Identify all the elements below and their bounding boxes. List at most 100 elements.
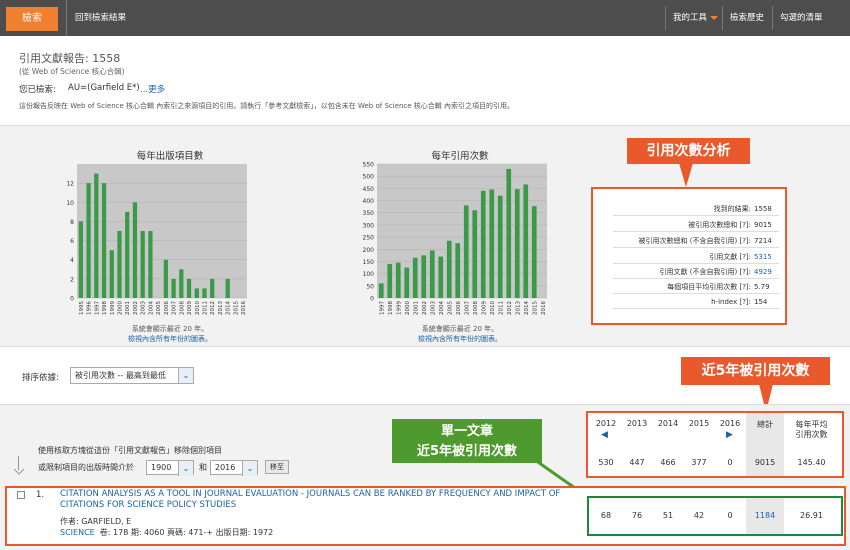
record-details: 卷: 178 期: 4060 頁碼: 471-+ 出版日期: 1972 bbox=[99, 528, 274, 537]
x-tick-label: 2001 bbox=[413, 301, 419, 315]
cites-chart-all-years-link[interactable]: 檢視內含所有年份的圖表。 bbox=[360, 334, 560, 344]
x-tick-label: 1997 bbox=[379, 301, 385, 315]
bar bbox=[395, 262, 401, 298]
record-title-link[interactable]: CITATION ANALYSIS AS A TOOL IN JOURNAL E… bbox=[60, 489, 565, 511]
y-tick-label: 0 bbox=[70, 296, 74, 303]
y-tick-label: 150 bbox=[363, 259, 375, 266]
average-header-line2: 引用次數 bbox=[795, 430, 828, 439]
query-value: AU=(Garfield E*) bbox=[68, 83, 140, 93]
sort-label: 排序依據: bbox=[22, 373, 59, 383]
x-tick-label: 2006 bbox=[164, 301, 170, 315]
record-year-cites: 76 bbox=[631, 511, 643, 520]
back-to-results-link[interactable]: 回到檢索結果 bbox=[66, 0, 126, 36]
my-tools-menu[interactable]: 我的工具 bbox=[665, 6, 725, 30]
bar bbox=[179, 269, 184, 298]
single-article-label: 單一文章 近5年被引用次數 bbox=[392, 419, 542, 463]
x-tick-label: 2004 bbox=[148, 301, 154, 315]
x-tick-label: 2016 bbox=[241, 301, 247, 315]
stat-row-citing-articles[interactable]: 引用文獻 [?]: 5315 bbox=[613, 251, 779, 264]
bar bbox=[171, 278, 176, 298]
five-year-citation-table: 2012 2013 2014 2015 2016 ◀ ▶ 總計 每年平均 引用次… bbox=[586, 411, 844, 478]
bar bbox=[404, 267, 410, 298]
search-tab[interactable]: 檢索 bbox=[6, 7, 58, 31]
y-tick-label: 250 bbox=[363, 235, 375, 242]
x-tick-label: 2002 bbox=[133, 301, 139, 315]
x-tick-label: 1996 bbox=[87, 301, 93, 315]
bar bbox=[506, 168, 512, 298]
x-tick-label: 2008 bbox=[179, 301, 185, 315]
sort-select[interactable]: 被引用次數 -- 最高到最低 ⌄ bbox=[70, 367, 194, 384]
year-total: 466 bbox=[660, 458, 676, 467]
stat-row-times-cited-no-self: 被引用次數總和 (不含自我引用) [?]: 7214 bbox=[613, 235, 779, 248]
total-header: 總計 bbox=[757, 420, 773, 429]
bar bbox=[210, 278, 215, 298]
pubs-chart-all-years-link[interactable]: 檢視內含所有年份的圖表。 bbox=[70, 334, 270, 344]
year-header: 2016 bbox=[719, 419, 741, 428]
x-tick-label: 2009 bbox=[187, 301, 193, 315]
bar bbox=[117, 231, 122, 298]
my-tools-label: 我的工具 bbox=[673, 13, 708, 23]
marked-list-link[interactable]: 勾選的清單 bbox=[772, 6, 830, 30]
year-range-label: 或限制項目的出版時間介於 bbox=[38, 463, 134, 472]
from-year-select[interactable]: 1900 ⌄ bbox=[146, 460, 194, 476]
y-tick-label: 450 bbox=[363, 186, 375, 193]
bar bbox=[163, 259, 168, 298]
stat-row-results: 找到的結果: 1558 bbox=[613, 203, 779, 216]
journal-link[interactable]: SCIENCE bbox=[60, 528, 95, 537]
x-tick-label: 2006 bbox=[456, 301, 462, 315]
next-years-icon[interactable]: ▶ bbox=[726, 430, 733, 440]
y-tick-label: 6 bbox=[70, 238, 74, 245]
bar bbox=[480, 190, 486, 298]
search-history-link[interactable]: 檢索歷史 bbox=[722, 6, 771, 30]
down-arrow-head-icon bbox=[13, 468, 25, 475]
record-citation-counts: 68 76 51 42 0 1184 26.91 bbox=[587, 496, 843, 536]
query-label: 您已檢索: bbox=[19, 85, 56, 95]
x-tick-label: 2010 bbox=[195, 301, 201, 315]
x-tick-label: 1997 bbox=[94, 301, 100, 315]
bar bbox=[438, 256, 444, 298]
grand-total: 9015 bbox=[754, 458, 776, 467]
x-tick-label: 2003 bbox=[430, 301, 436, 315]
x-tick-label: 2013 bbox=[515, 301, 521, 315]
pubs-chart-note: 系統會顯示最近 20 年。 bbox=[131, 325, 209, 333]
bar bbox=[446, 240, 452, 298]
from-year-value: 1900 bbox=[151, 463, 172, 472]
stat-row-citing-articles-no-self[interactable]: 引用文獻 (不含自我引用) [?]: 4929 bbox=[613, 266, 779, 279]
single-article-label-line2: 近5年被引用次數 bbox=[416, 444, 518, 459]
record-checkbox[interactable] bbox=[17, 491, 25, 499]
y-tick-label: 350 bbox=[363, 210, 375, 217]
x-tick-label: 2007 bbox=[464, 301, 470, 315]
bar bbox=[140, 231, 145, 298]
bar bbox=[78, 221, 83, 298]
to-year-select[interactable]: 2016 ⌄ bbox=[210, 460, 258, 476]
report-subtitle: (從 Web of Science 核心合輯) bbox=[19, 67, 125, 76]
record-year-cites: 0 bbox=[727, 511, 733, 520]
cites-chart: 0501001502002503003504004505005501997 199… bbox=[363, 162, 547, 315]
more-link[interactable]: ...更多 bbox=[140, 83, 165, 95]
year-total: 0 bbox=[727, 458, 733, 467]
y-tick-label: 200 bbox=[363, 247, 375, 254]
sort-value: 被引用次數 -- 最高到最低 bbox=[75, 371, 166, 380]
x-tick-label: 2000 bbox=[118, 301, 124, 315]
x-tick-label: 2004 bbox=[439, 301, 445, 315]
x-tick-label: 2015 bbox=[233, 301, 239, 315]
x-tick-label: 1995 bbox=[79, 301, 85, 315]
go-button[interactable]: 移至 bbox=[265, 460, 289, 474]
stat-row-average-citations: 每個項目平均引用次數 [?]: 5.79 bbox=[613, 281, 779, 294]
bar bbox=[101, 183, 107, 298]
record-total-cites[interactable]: 1184 bbox=[751, 511, 779, 520]
y-tick-label: 4 bbox=[70, 257, 74, 264]
x-tick-label: 2015 bbox=[532, 301, 538, 315]
bar bbox=[523, 184, 529, 298]
bar bbox=[86, 183, 91, 298]
five-year-citations-label: 近5年被引用次數 bbox=[681, 357, 830, 385]
prev-years-icon[interactable]: ◀ bbox=[601, 430, 608, 440]
stat-row-times-cited: 被引用次數總和 [?]: 9015 bbox=[613, 219, 779, 232]
page-title: 引用文獻報告: 1558 bbox=[19, 52, 121, 65]
y-tick-label: 400 bbox=[363, 198, 375, 205]
x-tick-label: 2014 bbox=[524, 301, 530, 315]
bar bbox=[109, 250, 114, 298]
bar bbox=[132, 202, 138, 298]
record-source: SCIENCE 卷: 178 期: 4060 頁碼: 471-+ 出版日期: 1… bbox=[60, 527, 273, 538]
year-total: 377 bbox=[691, 458, 707, 467]
